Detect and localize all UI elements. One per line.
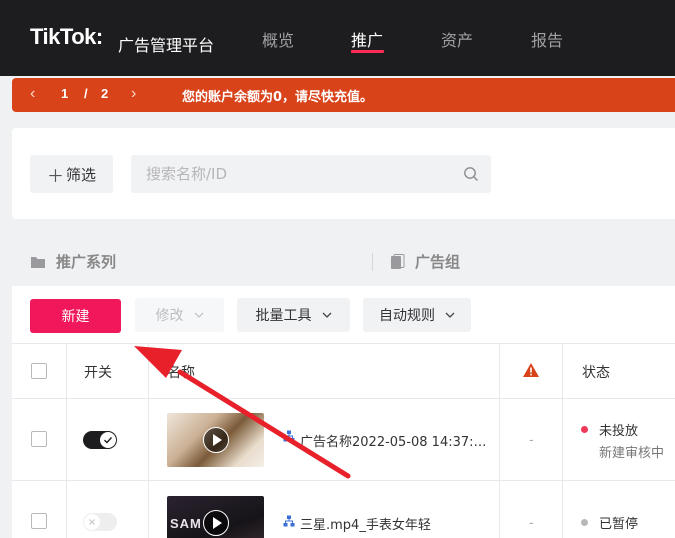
- col-toggle-header: 开关: [84, 365, 112, 381]
- plus-icon: ＋: [46, 166, 64, 187]
- nav-reports[interactable]: 报告: [531, 27, 563, 51]
- column-divider: [148, 343, 149, 538]
- filter-button[interactable]: ＋ 筛选: [30, 155, 113, 193]
- column-divider: [562, 343, 563, 538]
- filter-button-label: 筛选: [65, 165, 96, 184]
- row-checkbox[interactable]: [31, 431, 47, 447]
- video-thumbnail[interactable]: [167, 413, 264, 467]
- next-notice-icon[interactable]: ›: [131, 85, 136, 103]
- column-divider: [499, 343, 500, 538]
- play-icon[interactable]: [203, 510, 229, 536]
- bulk-tools-dropdown[interactable]: 批量工具: [237, 298, 350, 332]
- search-box[interactable]: [131, 155, 491, 193]
- balance-notice-bar: ‹ 1 / 2 › 您的账户余额为0，请尽快充值。: [12, 78, 675, 112]
- toggle-knob: [100, 432, 116, 448]
- table-row: SAM 三星.mp4_手表女年轻 - 已暂停: [12, 481, 675, 538]
- prev-notice-icon[interactable]: ‹: [30, 85, 35, 103]
- column-divider: [66, 343, 67, 538]
- notice-page-separator: /: [84, 86, 88, 101]
- tab-divider: [372, 253, 373, 271]
- status-text: 未投放: [599, 424, 639, 439]
- warning-value: -: [529, 431, 534, 447]
- tab-campaigns-label: 推广系列: [56, 253, 117, 271]
- tiktok-logo[interactable]: TikTok:: [30, 24, 103, 50]
- status-text: 已暂停: [599, 517, 639, 532]
- nav-overview[interactable]: 概览: [262, 27, 294, 51]
- filter-card: ＋ 筛选: [12, 128, 675, 219]
- warning-value: -: [529, 514, 534, 530]
- nav-assets[interactable]: 资产: [441, 27, 473, 51]
- status-subtext: 新建审核中: [599, 446, 665, 461]
- play-icon[interactable]: [203, 427, 229, 453]
- select-all-checkbox[interactable]: [31, 363, 47, 379]
- ad-structure-icon: [283, 430, 295, 442]
- col-status-header: 状态: [582, 365, 610, 381]
- ad-name[interactable]: 广告名称2022-05-08 14:37:…: [300, 431, 487, 450]
- folder-icon: [31, 256, 45, 268]
- ad-toggle-off[interactable]: [83, 513, 117, 531]
- warning-icon[interactable]: [522, 362, 540, 378]
- row-checkbox[interactable]: [31, 513, 47, 529]
- ad-toggle-on[interactable]: [83, 431, 117, 449]
- tab-ad-groups[interactable]: 广告组: [390, 251, 460, 272]
- nav-active-indicator: [351, 50, 384, 53]
- check-icon: [104, 437, 113, 444]
- table-header: 开关 名称 状态: [12, 343, 675, 399]
- chevron-down-icon: [194, 312, 203, 318]
- chevron-down-icon: [322, 312, 331, 318]
- nav-promotion[interactable]: 推广: [351, 27, 383, 51]
- notice-page-total: 2: [101, 86, 109, 101]
- ad-structure-icon: [283, 515, 295, 527]
- status-dot-red: [581, 426, 588, 433]
- col-name-header[interactable]: 名称: [167, 362, 195, 382]
- ad-name[interactable]: 三星.mp4_手表女年轻: [300, 514, 431, 533]
- chevron-down-icon: [445, 312, 455, 318]
- thumbnail-brand-text: SAM: [170, 516, 202, 531]
- ad-group-icon: [391, 253, 405, 269]
- search-input[interactable]: [131, 155, 451, 193]
- notice-message: 您的账户余额为0，请尽快充值。: [182, 90, 374, 105]
- edit-dropdown-label: 修改: [155, 308, 184, 324]
- top-nav-bar: TikTok: 广告管理平台 概览 推广 资产 报告: [0, 0, 675, 76]
- notice-page-current: 1: [61, 86, 69, 101]
- bulk-tools-label: 批量工具: [255, 308, 312, 324]
- status-dot-grey: [581, 519, 588, 526]
- auto-rules-dropdown[interactable]: 自动规则: [363, 298, 471, 332]
- table-row: 广告名称2022-05-08 14:37:… - 未投放 新建审核中: [12, 399, 675, 481]
- auto-rules-label: 自动规则: [379, 308, 435, 324]
- edit-dropdown[interactable]: 修改: [135, 298, 224, 332]
- close-icon: [89, 519, 95, 525]
- platform-name: 广告管理平台: [118, 36, 215, 55]
- new-button[interactable]: 新建: [30, 299, 121, 333]
- search-icon[interactable]: [463, 166, 479, 182]
- tab-ad-groups-label: 广告组: [415, 253, 461, 271]
- tab-campaigns[interactable]: 推广系列: [30, 251, 116, 272]
- toggle-knob: [84, 514, 100, 530]
- video-thumbnail[interactable]: SAM: [167, 496, 264, 538]
